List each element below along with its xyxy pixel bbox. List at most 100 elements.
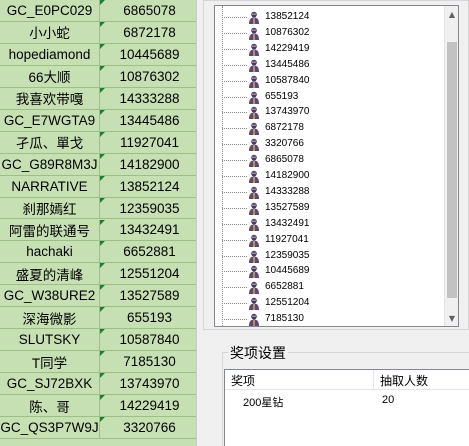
tree-item[interactable]: 14229419 <box>215 41 443 57</box>
sheet-row: hopediamond 10445689 <box>0 43 200 66</box>
prize-award-cell[interactable]: 200星钻 <box>243 394 283 410</box>
sheet-cell-number[interactable]: 6872178 <box>100 21 200 44</box>
tree-item-label: 6872178 <box>265 122 304 134</box>
sheet-row: SLUTSKY 10587840 <box>0 329 200 352</box>
tree-item[interactable]: 655193 <box>215 89 443 105</box>
sheet-row: GC_W38URE2 13527589 <box>0 285 200 308</box>
tree-item[interactable]: 12551204 <box>215 295 443 311</box>
sheet-cell-number[interactable]: 6652881 <box>100 241 200 264</box>
sheet-cell-name[interactable]: 刹那嫣红 <box>0 197 100 220</box>
tree-item[interactable]: 3320766 <box>215 136 443 152</box>
sheet-cell-name[interactable]: GC_G89R8M3J <box>0 153 100 176</box>
tree-item[interactable]: 12359035 <box>215 248 443 264</box>
header-count[interactable]: 抽取人数 <box>374 370 469 390</box>
tree-item[interactable]: 11927041 <box>215 232 443 248</box>
sheet-cell-number[interactable]: 6865078 <box>100 0 200 22</box>
tree-item-label: 14229419 <box>265 42 310 54</box>
participant-tree[interactable]: 13852124 10876302 14229419 13445486 10587840… <box>214 5 459 327</box>
prize-count-cell[interactable]: 20 <box>382 394 394 406</box>
sheet-cell-number[interactable]: 10876302 <box>100 65 200 88</box>
number-as-text-indicator-icon <box>100 351 105 357</box>
scroll-thumb[interactable] <box>447 42 457 298</box>
tree-branch-line <box>222 176 247 177</box>
tree-branch-line <box>222 128 247 130</box>
tree-item-label: 14182900 <box>265 170 310 181</box>
tree-branch-line <box>222 64 247 66</box>
sheet-row: 盛夏的清峰 12551204 <box>0 263 200 286</box>
sheet-cell-name[interactable]: 小小蛇 <box>0 21 100 44</box>
tree-scrollbar[interactable]: ▲ ▼ <box>444 6 458 326</box>
sheet-cell-number[interactable]: 14333288 <box>100 87 200 110</box>
tree-branch-line <box>222 319 247 321</box>
tree-item[interactable]: 13527589 <box>215 200 443 216</box>
tree-item[interactable]: 6865078 <box>215 152 443 168</box>
prize-table-header: 奖项 抽取人数 <box>225 370 469 390</box>
prize-table[interactable]: 奖项 抽取人数 200星钻 20 <box>224 369 469 446</box>
sheet-cell-number[interactable]: 655193 <box>100 307 200 330</box>
sheet-cell-name[interactable]: hachaki <box>0 241 100 264</box>
tree-item[interactable]: 6872178 <box>215 120 443 136</box>
scroll-down-icon[interactable]: ▼ <box>445 310 459 326</box>
number-as-text-indicator-icon <box>100 307 105 313</box>
tree-item[interactable]: 7185130 <box>215 311 443 326</box>
sheet-cell-name[interactable]: 孑瓜、單戈 <box>0 131 100 154</box>
tree-branch-line <box>222 207 247 209</box>
sheet-cell-name[interactable]: T同学 <box>0 351 100 374</box>
sheet-cell-number[interactable]: 10445689 <box>100 43 200 66</box>
sheet-row: 阿雷的联通号 13432491 <box>0 219 200 242</box>
sheet-cell-number[interactable]: 13432491 <box>100 219 200 242</box>
sheet-cell-number[interactable]: 14229419 <box>100 395 200 418</box>
sheet-cell-number[interactable]: 12551204 <box>100 263 200 286</box>
number-as-text-indicator-icon <box>100 0 105 5</box>
sheet-row: 刹那嫣红 12359035 <box>0 197 200 220</box>
user-icon <box>247 42 261 56</box>
sheet-row: 深海微影 655193 <box>0 307 200 330</box>
sheet-cell-name[interactable]: hopediamond <box>0 43 100 66</box>
sheet-cell-number[interactable]: 14182900 <box>100 153 200 176</box>
sheet-cell-number[interactable]: 13445486 <box>100 109 200 132</box>
user-icon <box>247 185 261 199</box>
sheet-cell-name[interactable]: NARRATIVE <box>0 175 100 198</box>
tree-item[interactable]: 14333288 <box>215 184 443 200</box>
tree-item[interactable]: 10445689 <box>215 263 443 279</box>
tree-item[interactable]: 10587840 <box>215 73 443 89</box>
sheet-cell-name[interactable]: 盛夏的清峰 <box>0 263 100 286</box>
sheet-cell-name[interactable]: 阿雷的联通号 <box>0 219 100 242</box>
sheet-cell-number[interactable]: 10587840 <box>100 329 200 352</box>
sheet-cell-name[interactable]: GC_E7WGTA9 <box>0 109 100 132</box>
sheet-cell-name[interactable]: 我喜欢带嘎 <box>0 87 100 110</box>
sheet-row: 小小蛇 6872178 <box>0 21 200 44</box>
sheet-cell-name[interactable]: 陈、哥 <box>0 395 100 418</box>
sheet-cell-number[interactable]: 11927041 <box>100 131 200 154</box>
sheet-row: 陈、哥 14229419 <box>0 395 200 418</box>
tree-item[interactable]: 13432491 <box>215 216 443 232</box>
tree-item[interactable]: 13743970 <box>215 104 443 120</box>
sheet-cell-name[interactable]: GC_QS3P7W9J <box>0 417 100 439</box>
sheet-cell-number[interactable]: 13527589 <box>100 285 200 308</box>
scroll-up-icon[interactable]: ▲ <box>445 6 459 22</box>
sheet-row: 孑瓜、單戈 11927041 <box>0 131 200 154</box>
tree-branch-line <box>222 48 247 50</box>
tree-item[interactable]: 14182900 <box>215 168 443 184</box>
number-as-text-indicator-icon <box>100 219 105 225</box>
sheet-cell-number[interactable]: 3320766 <box>100 417 200 439</box>
sheet-cell-number[interactable]: 7185130 <box>100 351 200 374</box>
sheet-cell-number[interactable]: 13852124 <box>100 175 200 198</box>
sheet-cell-name[interactable]: GC_SJ72BXK <box>0 373 100 396</box>
tree-item[interactable]: 10876302 <box>215 25 443 41</box>
sheet-cell-number[interactable]: 12359035 <box>100 197 200 220</box>
tree-item[interactable]: 6652881 <box>215 279 443 295</box>
sheet-cell-name[interactable]: 66大顺 <box>0 65 100 88</box>
header-award[interactable]: 奖项 <box>225 370 374 390</box>
sheet-cell-name[interactable]: GC_E0PC029 <box>0 0 100 22</box>
sheet-cell-number[interactable]: 13743970 <box>100 373 200 396</box>
tree-branch-line <box>222 255 247 257</box>
sheet-cell-name[interactable]: GC_W38URE2 <box>0 285 100 308</box>
sheet-cell-name[interactable]: 深海微影 <box>0 307 100 330</box>
sheet-cell-name[interactable]: SLUTSKY <box>0 329 100 352</box>
tree-item-label: 13445486 <box>265 58 310 70</box>
tree-item[interactable]: 13445486 <box>215 57 443 73</box>
tree-item[interactable]: 13852124 <box>215 9 443 25</box>
tree-branch-line <box>222 271 247 273</box>
number-as-text-indicator-icon <box>100 417 105 423</box>
